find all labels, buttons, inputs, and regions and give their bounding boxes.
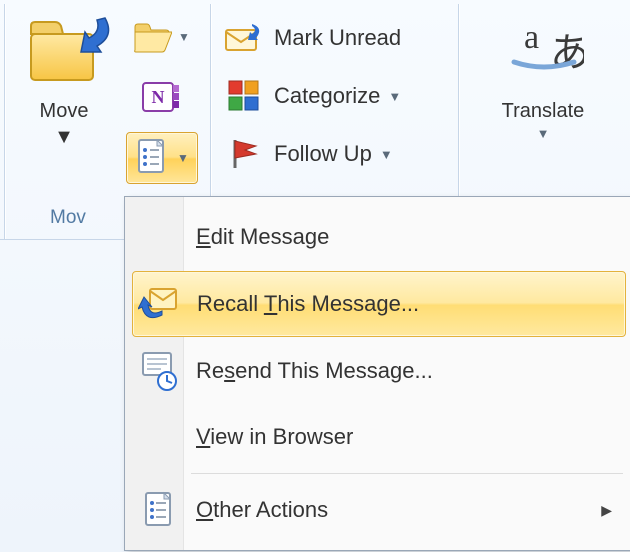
follow-up-split-button[interactable]: Follow Up ▼ — [220, 128, 452, 180]
actions-icon — [135, 138, 171, 178]
dropdown-caret-icon: ▼ — [14, 124, 114, 150]
categorize-split-button[interactable]: Categorize ▼ — [220, 70, 452, 122]
menu-item-view-in-browser[interactable]: View in Browser — [132, 405, 626, 469]
actions-split-button[interactable]: ▼ — [126, 132, 198, 184]
dropdown-caret-icon: ▼ — [178, 30, 190, 44]
group-divider — [4, 4, 6, 239]
menu-item-recall-message[interactable]: Recall This Message... — [132, 271, 626, 337]
ribbon: Move ▼ ▼ N — [0, 0, 630, 552]
actions-dropdown-menu: Edit Message Recall This Message... — [124, 196, 630, 551]
move-label: Move — [14, 98, 114, 124]
open-folder-icon — [132, 20, 172, 54]
move-split-button[interactable]: Move ▼ — [14, 6, 114, 196]
move-group-label: Mov — [50, 207, 86, 229]
translate-split-button[interactable]: a あ Translate ▼ — [470, 6, 616, 196]
submenu-arrow-icon: ▶ — [601, 502, 612, 519]
dropdown-caret-icon: ▼ — [177, 151, 189, 165]
onenote-icon: N — [141, 79, 181, 115]
svg-text:N: N — [152, 87, 165, 107]
dropdown-caret-icon: ▼ — [388, 89, 401, 104]
translate-icon: a あ — [504, 12, 582, 90]
mark-unread-label: Mark Unread — [274, 25, 401, 51]
menu-item-label: Other Actions — [196, 497, 328, 523]
menu-item-resend-message[interactable]: Resend This Message... — [132, 339, 626, 403]
menu-item-edit-message[interactable]: Edit Message — [132, 205, 626, 269]
categorize-icon — [224, 76, 264, 116]
mark-unread-icon — [224, 18, 264, 58]
translate-label: Translate — [470, 98, 616, 124]
menu-item-label: Recall This Message... — [197, 291, 419, 317]
svg-text:a: a — [524, 19, 539, 56]
dropdown-caret-icon: ▼ — [470, 126, 616, 141]
follow-up-flag-icon — [224, 134, 264, 174]
onenote-button[interactable]: N — [126, 72, 196, 122]
menu-item-other-actions[interactable]: Other Actions ▶ — [132, 478, 626, 542]
blank-icon — [132, 215, 186, 259]
menu-item-label: Edit Message — [196, 224, 329, 250]
tags-group: Mark Unread Categorize ▼ Follo — [220, 12, 452, 186]
blank-icon — [132, 415, 186, 459]
move-small-buttons: ▼ N — [126, 12, 206, 194]
other-actions-icon — [132, 488, 186, 532]
menu-separator — [191, 473, 623, 474]
follow-up-label: Follow Up — [274, 141, 372, 167]
rules-split-button[interactable]: ▼ — [126, 12, 196, 62]
categorize-label: Categorize — [274, 83, 380, 109]
menu-item-label: Resend This Message... — [196, 358, 433, 384]
dropdown-caret-icon: ▼ — [380, 147, 393, 162]
move-to-folder-icon — [25, 12, 103, 90]
mark-unread-button[interactable]: Mark Unread — [220, 12, 452, 64]
resend-message-icon — [132, 349, 186, 393]
menu-item-label: View in Browser — [196, 424, 353, 450]
recall-message-icon — [133, 282, 187, 326]
